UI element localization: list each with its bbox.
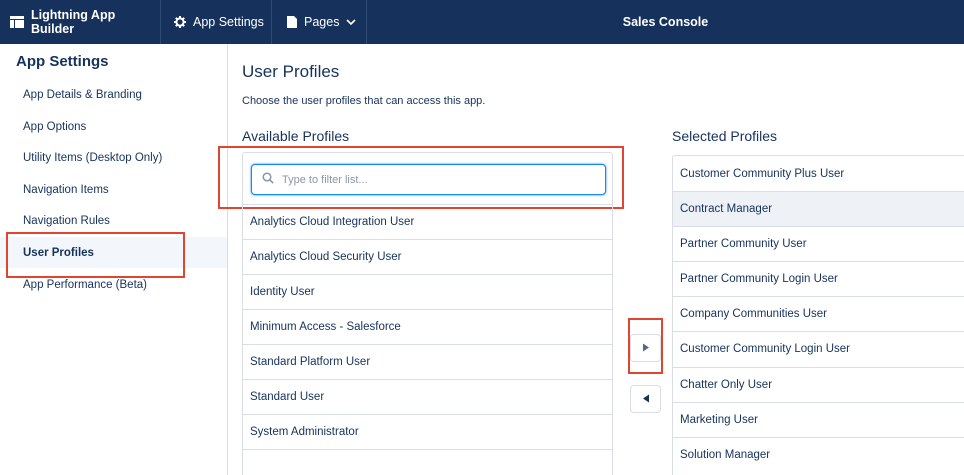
available-profile-row[interactable]: Standard Platform User <box>243 344 612 379</box>
sidebar-heading: App Settings <box>16 53 109 70</box>
chevron-down-icon <box>346 18 357 26</box>
sidebar-item-app-options[interactable]: App Options <box>0 111 227 142</box>
selected-profile-row[interactable]: Solution Manager <box>673 437 964 472</box>
search-field[interactable] <box>251 164 606 195</box>
sidebar-item-navigation-items[interactable]: Navigation Items <box>0 174 227 205</box>
available-list-empty-row <box>243 449 612 475</box>
selected-profile-row[interactable]: Partner Community Login User <box>673 261 964 296</box>
pages-dropdown[interactable]: Pages <box>272 0 367 44</box>
available-profiles-heading: Available Profiles <box>242 128 350 144</box>
app-settings-button[interactable]: App Settings <box>161 0 272 44</box>
app-title: Sales Console <box>622 15 709 29</box>
search-icon <box>262 171 274 189</box>
top-bar: Lightning App Builder App Settings Pages… <box>0 0 964 44</box>
lightning-app-builder-label: Lightning App Builder <box>31 8 116 36</box>
available-profile-row[interactable]: Identity User <box>243 274 612 309</box>
selected-profile-row-highlighted[interactable]: Contract Manager <box>673 191 964 226</box>
triangle-right-icon <box>642 339 650 357</box>
available-profile-row[interactable]: Analytics Cloud Integration User <box>243 204 612 239</box>
sidebar-item-utility-items[interactable]: Utility Items (Desktop Only) <box>0 142 227 173</box>
move-to-selected-button[interactable] <box>630 334 661 362</box>
lightning-app-builder-button[interactable]: Lightning App Builder <box>0 0 161 44</box>
available-profile-row[interactable]: Standard User <box>243 379 612 414</box>
selected-profile-row[interactable]: Marketing User <box>673 402 964 437</box>
sidebar-item-app-performance[interactable]: App Performance (Beta) <box>0 269 227 300</box>
move-to-available-button[interactable] <box>630 385 661 413</box>
available-profile-row[interactable]: Minimum Access - Salesforce <box>243 309 612 344</box>
pages-label: Pages <box>304 15 340 29</box>
selected-profiles-heading: Selected Profiles <box>672 128 778 144</box>
page-title: User Profiles <box>242 62 340 81</box>
available-profiles-list: Analytics Cloud Integration User Analyti… <box>242 152 613 475</box>
settings-sidebar: App Settings App Details & Branding App … <box>0 44 228 475</box>
triangle-left-icon <box>642 390 650 408</box>
selected-profile-row[interactable]: Company Communities User <box>673 296 964 331</box>
sidebar-item-navigation-rules[interactable]: Navigation Rules <box>0 205 227 236</box>
available-profile-row[interactable]: System Administrator <box>243 414 612 449</box>
sidebar-item-user-profiles[interactable]: User Profiles <box>0 237 227 268</box>
selected-profile-row[interactable]: Customer Community Login User <box>673 331 964 366</box>
page-icon <box>287 16 297 28</box>
app-builder-icon <box>10 16 24 28</box>
selected-profile-row[interactable]: Partner Community User <box>673 226 964 261</box>
selected-profiles-list: Customer Community Plus User Contract Ma… <box>672 155 964 475</box>
page-description: Choose the user profiles that can access… <box>242 95 486 107</box>
selected-profile-row[interactable]: Chatter Only User <box>673 367 964 402</box>
available-profile-row[interactable]: Analytics Cloud Security User <box>243 239 612 274</box>
gear-icon <box>174 16 186 28</box>
app-settings-label: App Settings <box>193 15 264 29</box>
search-input[interactable] <box>282 173 592 186</box>
sidebar-item-app-details-branding[interactable]: App Details & Branding <box>0 79 227 110</box>
selected-profile-row[interactable]: Customer Community Plus User <box>673 156 964 191</box>
